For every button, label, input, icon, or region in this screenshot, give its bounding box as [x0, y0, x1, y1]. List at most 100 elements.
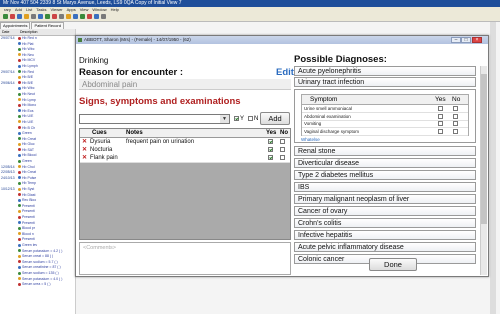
toolbar-icon[interactable]: [38, 14, 43, 19]
yes-label: Y: [240, 116, 245, 122]
uti-no-checkbox[interactable]: [453, 106, 458, 111]
journal-text: Serum creat = 88 ( ): [22, 254, 54, 259]
column-date[interactable]: Date: [0, 29, 18, 35]
toolbar-icon[interactable]: [3, 14, 8, 19]
uti-yes-checkbox[interactable]: [438, 128, 443, 134]
record-tabs: Appointments Patient Record: [0, 22, 75, 30]
uti-no-checkbox[interactable]: [453, 121, 458, 126]
cue-no-checkbox[interactable]: [280, 139, 285, 144]
diagnosis-item[interactable]: Infective hepatitis: [294, 230, 476, 240]
uti-symptom-row[interactable]: Vaginal discharge symptom: [302, 128, 468, 136]
diagnosis-item[interactable]: Acute pelvic inflammatory disease: [294, 242, 476, 252]
menu-item[interactable]: Window: [92, 7, 106, 12]
cue-yes-checkbox[interactable]: [268, 147, 273, 152]
entry-type-icon: [18, 221, 21, 225]
toolbar-icon[interactable]: [94, 14, 99, 19]
chevron-down-icon[interactable]: ▼: [220, 115, 229, 123]
cue-yes-checkbox[interactable]: [268, 155, 273, 160]
cue-no-checkbox[interactable]: [280, 147, 285, 152]
entry-type-icon: [18, 265, 21, 269]
delete-cue-icon[interactable]: ✕: [82, 146, 87, 154]
menu-item[interactable]: Apps: [67, 7, 76, 12]
journal-text: Hb Diast: [22, 192, 36, 197]
entry-type-icon: [18, 120, 21, 124]
toolbar-icon[interactable]: [73, 14, 78, 19]
done-button[interactable]: Done: [369, 258, 417, 271]
app-scrollbar[interactable]: [490, 22, 496, 314]
maximize-icon[interactable]: □: [461, 37, 471, 43]
cue-name: Flank pain: [90, 155, 118, 161]
cue-yes-checkbox[interactable]: [268, 139, 273, 144]
scrollbar-thumb[interactable]: [481, 74, 487, 224]
drinking-label: Drinking: [79, 56, 109, 65]
toolbar-icon[interactable]: [45, 14, 50, 19]
entry-type-icon: [18, 98, 21, 102]
diagnosis-item[interactable]: IBS: [294, 182, 476, 192]
journal-text: Serum potassium = 4.2 ( ): [22, 248, 63, 253]
toolbar-icon[interactable]: [24, 14, 29, 19]
journal-row[interactable]: Serum urea = 5 ( ): [0, 282, 75, 288]
app-title-bar: Mr Nov 407 504 2339 8 St Marys Avenue, L…: [0, 0, 500, 7]
uti-no-checkbox[interactable]: [453, 128, 458, 134]
diagnoses-scrollbar[interactable]: [480, 66, 487, 275]
menu-item[interactable]: Help: [111, 7, 119, 12]
uti-yes-checkbox[interactable]: [438, 121, 443, 126]
journal-text: Presenti: [22, 220, 35, 225]
journal-text: Hb Lymph: [22, 63, 38, 68]
journal-text: Hb Lymp: [22, 97, 36, 102]
uti-symptom-name: Urine smell ammoniacal: [304, 106, 353, 111]
diagnosis-item[interactable]: Cancer of ovary: [294, 206, 476, 216]
close-icon[interactable]: ×: [472, 37, 482, 43]
diagnosis-item[interactable]: Acute pyelonephritis: [294, 66, 476, 76]
no-label: N: [254, 116, 259, 122]
minimize-icon[interactable]: –: [451, 37, 461, 43]
toolbar-icon[interactable]: [66, 14, 71, 19]
journal-text: Hb Wbc: [22, 86, 35, 91]
delete-cue-icon[interactable]: ✕: [82, 138, 87, 146]
column-description[interactable]: Description: [18, 29, 38, 35]
menu-item[interactable]: rary: [4, 7, 11, 12]
cue-no-checkbox[interactable]: [280, 155, 285, 160]
add-button[interactable]: Add: [260, 112, 290, 125]
whatelse-link[interactable]: Whatelse: [301, 137, 320, 142]
toolbar-icon[interactable]: [10, 14, 15, 19]
journal-text: Hb MCV: [22, 58, 36, 63]
menu-item[interactable]: List: [26, 7, 32, 12]
toolbar-icon[interactable]: [31, 14, 36, 19]
cue-row[interactable]: ✕ Flank pain: [80, 154, 290, 163]
menu-item[interactable]: Tasks: [36, 7, 46, 12]
menu-item[interactable]: View: [80, 7, 89, 12]
uti-symptom-table: Symptom Yes No Urine smell ammoniacal Abd…: [301, 94, 469, 136]
cue-note[interactable]: frequent pain on urination: [126, 138, 194, 146]
toolbar-icon[interactable]: [17, 14, 22, 19]
no-checkbox[interactable]: [248, 115, 254, 121]
delete-cue-icon[interactable]: ✕: [82, 154, 87, 162]
toolbar-icon[interactable]: [87, 14, 92, 19]
toolbar-icon[interactable]: [80, 14, 85, 19]
diagnosis-item[interactable]: Primary malignant neoplasm of liver: [294, 194, 476, 204]
entry-type-icon: [18, 137, 21, 141]
uti-yes-checkbox[interactable]: [438, 106, 443, 111]
diagnosis-item-expanded[interactable]: Urinary tract infection: [294, 77, 476, 87]
symptom-combo-input[interactable]: ▼: [79, 114, 230, 124]
yes-checkbox[interactable]: [234, 115, 239, 121]
entry-type-icon: [18, 92, 21, 96]
toolbar-icon[interactable]: [101, 14, 106, 19]
toolbar-icon[interactable]: [59, 14, 64, 19]
journal-text: Hb Red: [22, 69, 34, 74]
yes-column: Yes: [266, 130, 277, 136]
edit-link[interactable]: Edit: [276, 67, 294, 78]
menu-item[interactable]: Add: [15, 7, 22, 12]
diagnosis-item[interactable]: Type 2 diabetes mellitus: [294, 170, 476, 180]
uti-yes-checkbox[interactable]: [438, 113, 443, 119]
diagnosis-item[interactable]: Diverticular disease: [294, 158, 476, 168]
menu-item[interactable]: Viewer: [50, 7, 62, 12]
uti-no-checkbox[interactable]: [453, 113, 458, 119]
comments-field[interactable]: <Comments>: [79, 242, 291, 275]
toolbar-icon[interactable]: [52, 14, 57, 19]
journal-text: Rec Bloo: [22, 198, 37, 203]
entry-type-icon: [18, 142, 21, 146]
diagnosis-item[interactable]: Crohn's colitis: [294, 218, 476, 228]
diagnosis-item[interactable]: Renal stone: [294, 146, 476, 156]
encounter-panel: Drinking Reason for encounter : Edit Abd…: [76, 45, 294, 276]
